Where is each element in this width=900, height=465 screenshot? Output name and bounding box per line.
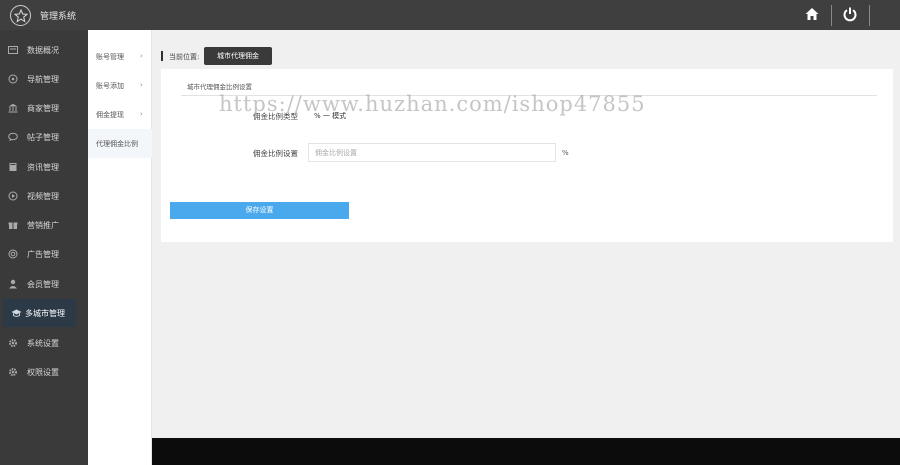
gear-icon <box>8 367 18 377</box>
sidebar-item-members[interactable]: 会员管理 <box>0 270 88 298</box>
subnav-item-account-add[interactable]: 账号添加 › <box>88 71 152 100</box>
sidebar-item-multi-city[interactable]: 多城市管理 <box>3 299 76 327</box>
home-icon[interactable] <box>804 6 820 22</box>
subnav-item-commission-ratio[interactable]: 代理佣金比例 <box>88 129 152 158</box>
chevron-right-icon: › <box>140 52 143 60</box>
gift-icon <box>8 220 18 230</box>
play-icon <box>8 191 18 201</box>
breadcrumb-bar <box>161 51 163 61</box>
chat-icon <box>8 132 18 142</box>
star-icon <box>10 5 31 26</box>
breadcrumb-current[interactable]: 城市代理佣金 <box>204 47 272 65</box>
sidebar-item-navigation[interactable]: 导航管理 <box>0 65 88 93</box>
top-bar: 管理系统 <box>0 0 900 30</box>
sidebar-item-posts[interactable]: 帖子管理 <box>0 123 88 151</box>
ratio-setting-input[interactable] <box>308 143 556 162</box>
gear-icon <box>8 338 18 348</box>
topbar-divider <box>831 5 832 26</box>
watermark: https://www.huzhan.com/ishop47855 <box>219 92 646 116</box>
chevron-right-icon: › <box>140 110 143 118</box>
save-button[interactable]: 保存设置 <box>170 202 349 219</box>
sub-navigation: 账号管理 › 账号添加 › 佣金提现 › 代理佣金比例 <box>88 30 152 465</box>
sidebar-item-marketing[interactable]: 营销推广 <box>0 211 88 239</box>
subnav-item-withdrawal[interactable]: 佣金提现 › <box>88 100 152 129</box>
bank-icon <box>8 103 18 113</box>
ratio-setting-label: 佣金比例设置 <box>253 149 298 158</box>
book-icon <box>8 162 18 172</box>
sidebar-item-ads[interactable]: 广告管理 <box>0 240 88 268</box>
chevron-right-icon: › <box>140 81 143 89</box>
bottom-bar <box>152 438 900 465</box>
subnav-item-account-manage[interactable]: 账号管理 › <box>88 42 152 71</box>
sidebar: 数据概况 导航管理 商家管理 帖子管理 资讯管理 视频管理 营销推广 广告管理 … <box>0 30 88 465</box>
sidebar-item-dashboard[interactable]: 数据概况 <box>0 36 88 64</box>
sidebar-item-system-settings[interactable]: 系统设置 <box>0 329 88 357</box>
sidebar-item-permissions[interactable]: 权限设置 <box>0 358 88 386</box>
target-icon <box>8 249 18 259</box>
sidebar-item-video[interactable]: 视频管理 <box>0 182 88 210</box>
power-icon[interactable] <box>842 6 858 22</box>
dashboard-icon <box>8 45 18 55</box>
compass-icon <box>8 74 18 84</box>
user-icon <box>8 279 18 289</box>
percent-unit: % <box>562 149 569 157</box>
breadcrumb-label: 当前位置: <box>169 53 200 61</box>
section-title: 城市代理佣金比例设置 <box>187 83 252 91</box>
app-title: 管理系统 <box>40 12 77 22</box>
sidebar-item-merchants[interactable]: 商家管理 <box>0 94 88 122</box>
graduation-cap-icon <box>11 308 22 318</box>
sidebar-item-news[interactable]: 资讯管理 <box>0 153 88 181</box>
topbar-divider <box>869 5 870 26</box>
